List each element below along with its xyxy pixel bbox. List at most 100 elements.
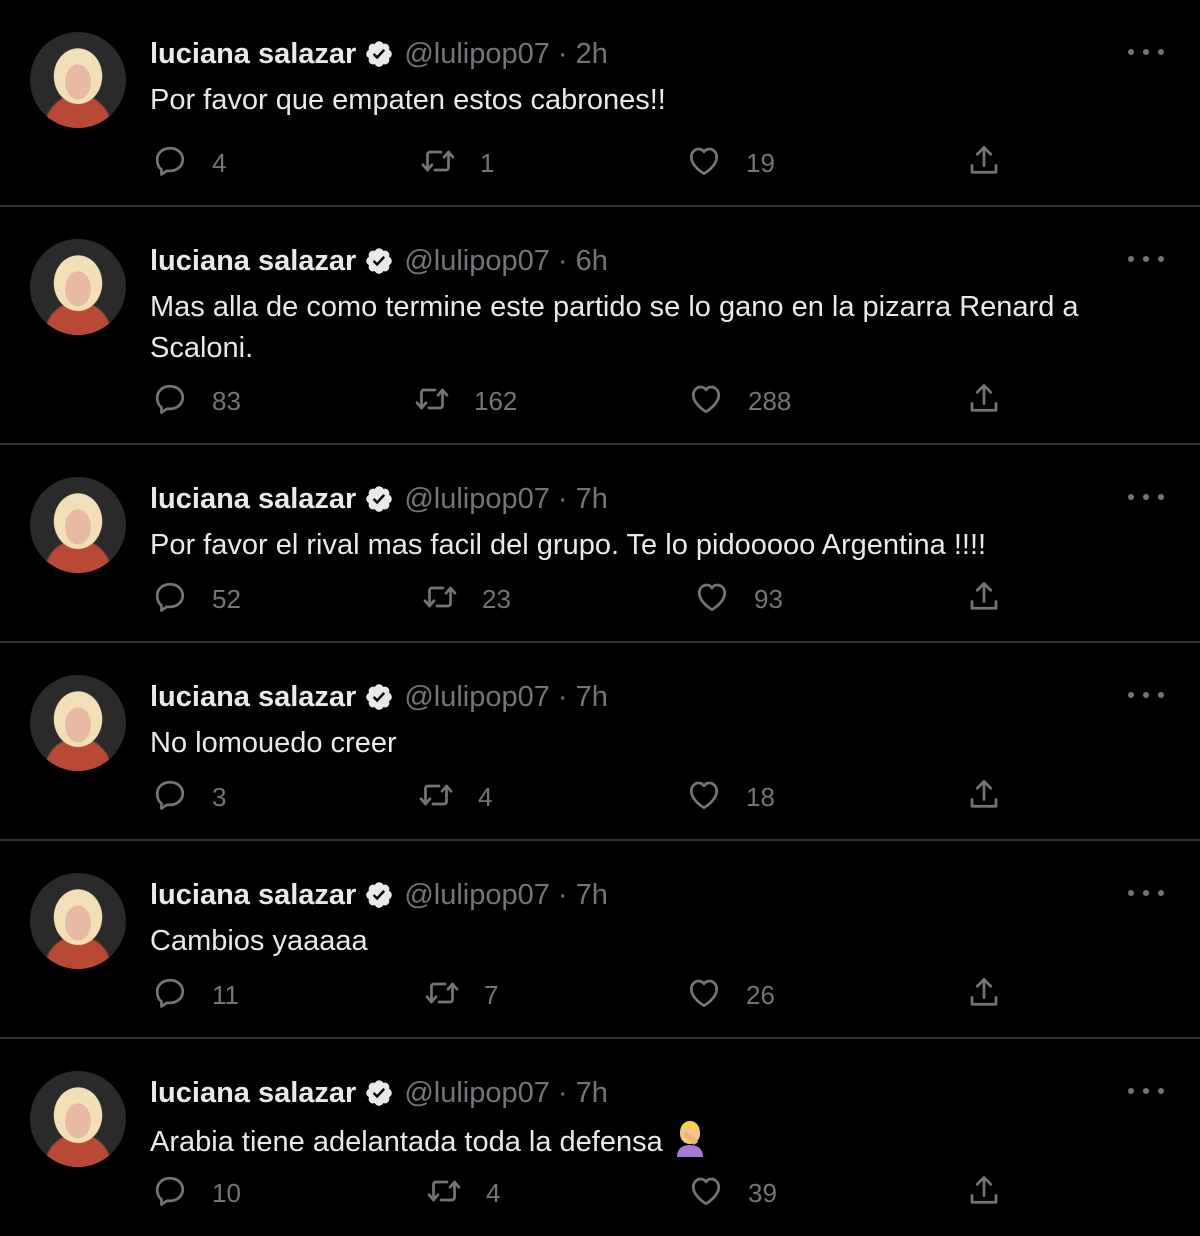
reply-button[interactable]: 83 — [152, 381, 241, 421]
avatar[interactable] — [30, 873, 126, 969]
author-handle[interactable]: @lulipop07 — [404, 877, 550, 913]
avatar[interactable] — [30, 1071, 126, 1167]
share-button[interactable] — [966, 1173, 1002, 1213]
author-handle[interactable]: @lulipop07 — [404, 481, 550, 517]
retweet-count: 4 — [486, 1177, 501, 1208]
reply-icon — [152, 1173, 188, 1214]
author-handle[interactable]: @lulipop07 — [404, 1075, 550, 1111]
share-icon — [966, 975, 1002, 1016]
share-button[interactable] — [966, 975, 1002, 1015]
reply-button[interactable]: 11 — [152, 975, 239, 1015]
like-icon — [686, 777, 722, 818]
tweet[interactable]: luciana salazar @lulipop07 · 2h Por favo… — [0, 0, 1200, 207]
reply-button[interactable]: 4 — [152, 143, 226, 183]
separator-dot: · — [557, 483, 568, 515]
tweet-header: luciana salazar @lulipop07 · 7h — [150, 877, 608, 913]
woman-facepalming-emoji — [673, 1119, 707, 1157]
verified-badge-icon — [364, 39, 394, 69]
timestamp[interactable]: 7h — [576, 481, 608, 517]
like-button[interactable]: 288 — [688, 381, 791, 421]
share-icon — [966, 381, 1002, 422]
reply-button[interactable]: 3 — [152, 777, 226, 817]
avatar[interactable] — [30, 239, 126, 335]
retweet-icon — [420, 143, 456, 184]
reply-count: 4 — [212, 147, 227, 178]
author-name[interactable]: luciana salazar — [150, 1075, 356, 1111]
timestamp[interactable]: 7h — [576, 1075, 608, 1111]
retweet-button[interactable]: 1 — [420, 143, 494, 183]
like-count: 18 — [746, 781, 775, 812]
like-button[interactable]: 18 — [686, 777, 775, 817]
like-icon — [686, 143, 722, 184]
timestamp[interactable]: 2h — [576, 36, 608, 72]
author-name[interactable]: luciana salazar — [150, 877, 356, 913]
author-name[interactable]: luciana salazar — [150, 36, 356, 72]
tweet-header: luciana salazar @lulipop07 · 2h — [150, 36, 608, 72]
reply-button[interactable]: 10 — [152, 1173, 241, 1213]
tweet-text: Arabia tiene adelantada toda la defensa — [150, 1119, 1140, 1163]
author-name[interactable]: luciana salazar — [150, 243, 356, 279]
share-button[interactable] — [966, 143, 1002, 183]
author-handle[interactable]: @lulipop07 — [404, 679, 550, 715]
reply-button[interactable]: 52 — [152, 579, 241, 619]
like-icon — [688, 1173, 724, 1214]
timestamp[interactable]: 7h — [576, 877, 608, 913]
verified-badge-icon — [364, 1078, 394, 1108]
share-button[interactable] — [966, 381, 1002, 421]
share-button[interactable] — [966, 777, 1002, 817]
share-icon — [966, 1173, 1002, 1214]
like-count: 288 — [748, 385, 792, 416]
share-button[interactable] — [966, 579, 1002, 619]
reply-icon — [152, 975, 188, 1016]
reply-count: 83 — [212, 385, 241, 416]
tweet-feed: luciana salazar @lulipop07 · 2h Por favo… — [0, 0, 1200, 1236]
avatar[interactable] — [30, 32, 126, 128]
avatar[interactable] — [30, 477, 126, 573]
separator-dot: · — [557, 38, 568, 70]
retweet-icon — [418, 777, 454, 818]
retweet-count: 7 — [484, 979, 499, 1010]
retweet-count: 1 — [480, 147, 495, 178]
more-icon[interactable] — [1128, 40, 1164, 64]
tweet[interactable]: luciana salazar @lulipop07 · 7h No lomou… — [0, 643, 1200, 841]
tweet[interactable]: luciana salazar @lulipop07 · 7h Arabia t… — [0, 1039, 1200, 1236]
more-icon[interactable] — [1128, 881, 1164, 905]
tweet-text: No lomouedo creer — [150, 727, 397, 759]
like-count: 39 — [748, 1177, 777, 1208]
author-name[interactable]: luciana salazar — [150, 679, 356, 715]
retweet-button[interactable]: 4 — [426, 1173, 500, 1213]
author-handle[interactable]: @lulipop07 — [404, 36, 550, 72]
tweet-text: Mas alla de como termine este partido se… — [150, 291, 1079, 364]
like-button[interactable]: 39 — [688, 1173, 777, 1213]
tweet-header: luciana salazar @lulipop07 · 6h — [150, 243, 608, 279]
retweet-icon — [426, 1173, 462, 1214]
more-icon[interactable] — [1128, 683, 1164, 707]
like-button[interactable]: 19 — [686, 143, 775, 183]
tweet[interactable]: luciana salazar @lulipop07 · 6h Mas alla… — [0, 207, 1200, 445]
like-button[interactable]: 26 — [686, 975, 775, 1015]
author-name[interactable]: luciana salazar — [150, 481, 356, 517]
more-icon[interactable] — [1128, 247, 1164, 271]
like-icon — [694, 579, 730, 620]
tweet-text: Cambios yaaaaa — [150, 925, 368, 957]
verified-badge-icon — [364, 880, 394, 910]
more-icon[interactable] — [1128, 1079, 1164, 1103]
tweet-text: Por favor el rival mas facil del grupo. … — [150, 529, 987, 561]
like-count: 93 — [754, 583, 783, 614]
timestamp[interactable]: 7h — [576, 679, 608, 715]
retweet-button[interactable]: 162 — [414, 381, 517, 421]
tweet[interactable]: luciana salazar @lulipop07 · 7h Por favo… — [0, 445, 1200, 643]
author-handle[interactable]: @lulipop07 — [404, 243, 550, 279]
retweet-button[interactable]: 4 — [418, 777, 492, 817]
reply-count: 10 — [212, 1177, 241, 1208]
separator-dot: · — [557, 245, 568, 277]
retweet-button[interactable]: 7 — [424, 975, 498, 1015]
timestamp[interactable]: 6h — [576, 243, 608, 279]
like-button[interactable]: 93 — [694, 579, 783, 619]
retweet-button[interactable]: 23 — [422, 579, 511, 619]
like-icon — [688, 381, 724, 422]
tweet[interactable]: luciana salazar @lulipop07 · 7h Cambios … — [0, 841, 1200, 1039]
retweet-icon — [422, 579, 458, 620]
avatar[interactable] — [30, 675, 126, 771]
more-icon[interactable] — [1128, 485, 1164, 509]
